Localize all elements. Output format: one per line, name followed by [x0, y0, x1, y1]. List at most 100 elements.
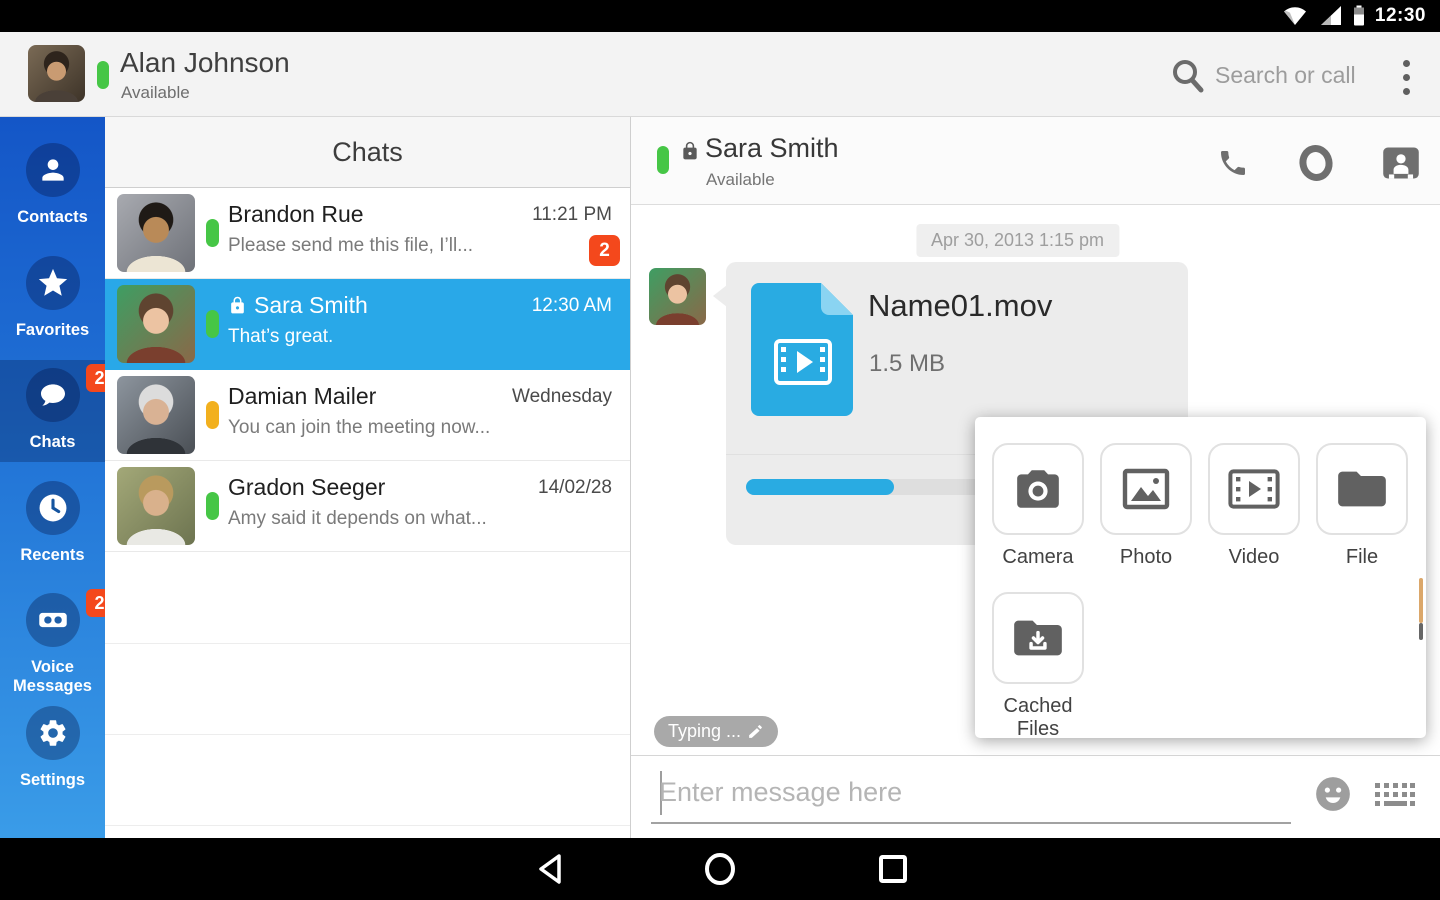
search-bar[interactable]: Search or call [1165, 54, 1380, 98]
folder-icon [1338, 471, 1386, 507]
attachment-option-file[interactable]: File [1314, 443, 1410, 569]
chat-name: Damian Mailer [228, 383, 377, 409]
file-transfer-progress-fill [746, 479, 894, 495]
emoji-icon [1316, 777, 1350, 811]
app-screen: 12:30 Alan Johnson Available Search or c… [0, 0, 1440, 900]
conversation-header: Sara Smith Available [631, 117, 1440, 205]
presence-indicator [657, 146, 669, 174]
keyboard-icon [1375, 783, 1415, 806]
sidebar-label: Favorites [15, 321, 90, 339]
sidebar-item-favorites[interactable]: Favorites [0, 248, 105, 340]
file-size: 1.5 MB [869, 350, 946, 377]
phone-icon [1221, 151, 1245, 175]
attachment-option-camera[interactable]: Camera [990, 443, 1086, 569]
chat-time: 12:30 AM [531, 295, 612, 316]
chat-time: Wednesday [512, 386, 612, 407]
overflow-menu-icon[interactable] [1390, 56, 1422, 100]
emoji-button[interactable] [1315, 776, 1353, 814]
status-bar: 12:30 [0, 0, 1440, 32]
date-separator: Apr 30, 2013 1:15 pm [915, 224, 1120, 257]
sidebar-label: Settings [19, 771, 86, 789]
conversation-contact-name: Sara Smith [705, 133, 839, 163]
nav-home-button[interactable] [702, 851, 738, 887]
avatar-gradon-seeger [117, 467, 195, 545]
presence-indicator [97, 61, 109, 89]
star-icon [38, 268, 67, 296]
video-file-icon [751, 283, 853, 416]
chat-preview: You can join the meeting now... [228, 417, 491, 438]
chat-preview: Amy said it depends on what... [228, 508, 487, 529]
presence-indicator [206, 219, 219, 247]
avatar-brandon-rue [117, 194, 195, 272]
chat-list-title: Chats [105, 117, 630, 188]
chat-row-sara-smith[interactable]: Sara Smith That’s great. 12:30 AM [105, 279, 630, 370]
nav-back-button[interactable] [532, 851, 568, 887]
clock-icon [39, 494, 66, 522]
keyboard-button[interactable] [1373, 781, 1417, 813]
file-name: Name01.mov [868, 288, 1053, 323]
message-input[interactable] [659, 768, 1294, 816]
back-icon [539, 854, 561, 884]
presence-indicator [206, 310, 219, 338]
avatar-alan-johnson[interactable] [28, 45, 85, 102]
popup-scrollbar[interactable] [1419, 578, 1423, 623]
message-input-bar [631, 755, 1440, 838]
nav-recents-button[interactable] [875, 851, 911, 887]
attachment-option-photo[interactable]: Photo [1098, 443, 1194, 569]
chat-row-damian-mailer[interactable]: Damian Mailer You can join the meeting n… [105, 370, 630, 461]
attachment-option-label: Photo [1119, 546, 1173, 568]
sidebar-label: Chats [29, 433, 76, 451]
gear-icon [40, 720, 65, 746]
sidebar-label: Contacts [17, 208, 88, 226]
contact-card-icon [1383, 147, 1419, 179]
android-nav-bar [0, 838, 1440, 900]
chat-row-gradon-seeger[interactable]: Gradon Seeger Amy said it depends on wha… [105, 461, 630, 552]
presence-indicator [206, 492, 219, 520]
home-icon [705, 853, 735, 885]
attachment-popup: Camera Photo Video File Cached Files [975, 417, 1426, 741]
chat-name: Sara Smith [228, 292, 368, 319]
input-underline [651, 822, 1291, 824]
sidebar-item-contacts[interactable]: Contacts [0, 135, 105, 227]
search-label: Search or call [1215, 62, 1356, 88]
contact-card-button[interactable] [1379, 143, 1423, 183]
photo-icon [1122, 468, 1170, 510]
app-header: Alan Johnson Available Search or call [0, 32, 1440, 117]
list-divider [105, 734, 630, 735]
list-divider [105, 643, 630, 644]
popup-scrollbar-thumb[interactable] [1419, 623, 1423, 640]
list-divider [105, 825, 630, 826]
presence-indicator [206, 401, 219, 429]
lock-icon [683, 141, 697, 160]
attachment-option-cached-files[interactable]: Cached Files [990, 592, 1086, 741]
status-time: 12:30 [1374, 5, 1426, 26]
call-button[interactable] [1211, 143, 1255, 183]
sidebar-label: Recents [20, 546, 85, 564]
person-icon [41, 159, 64, 181]
sidebar-item-chats[interactable]: 2 Chats [0, 360, 114, 462]
attachment-option-label: Camera [1002, 546, 1074, 568]
sidebar-label: Voice Messages [13, 658, 92, 695]
camera-icon [1017, 470, 1059, 508]
attachment-option-label: Video [1228, 546, 1280, 568]
chat-unread-badge: 2 [589, 235, 620, 266]
video-icon [1228, 469, 1280, 509]
sidebar: Contacts Favorites 2 Chats Recents 2 Voi… [0, 117, 114, 838]
chat-name: Gradon Seeger [228, 474, 386, 500]
video-call-button[interactable] [1294, 143, 1338, 183]
avatar-sara-smith [649, 268, 706, 325]
chat-time: 11:21 PM [532, 204, 612, 225]
sidebar-item-voice-messages[interactable]: 2 Voice Messages [0, 585, 114, 696]
sidebar-item-recents[interactable]: Recents [0, 473, 105, 565]
attachment-option-label: File [1345, 546, 1379, 568]
battery-icon [1354, 5, 1364, 26]
pencil-icon [749, 725, 762, 738]
attachment-option-video[interactable]: Video [1206, 443, 1302, 569]
chat-name: Brandon Rue [228, 201, 364, 227]
chat-preview: That’s great. [228, 326, 334, 347]
cached-files-icon [1014, 620, 1062, 656]
recents-icon [879, 855, 907, 883]
lock-icon [231, 296, 244, 314]
sidebar-item-settings[interactable]: Settings [0, 698, 105, 790]
chat-row-brandon-rue[interactable]: Brandon Rue Please send me this file, I’… [105, 188, 630, 279]
